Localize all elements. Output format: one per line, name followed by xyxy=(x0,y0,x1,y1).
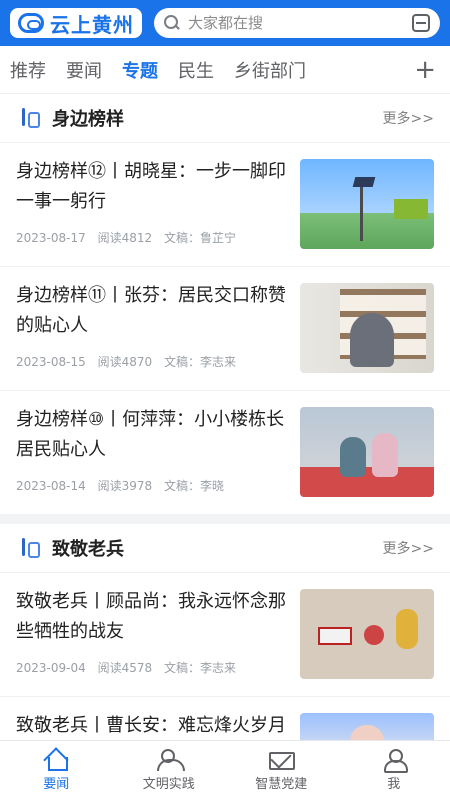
tab-departments[interactable]: 乡街部门 xyxy=(224,57,316,83)
home-icon xyxy=(44,749,69,771)
section-logo-icon xyxy=(16,536,40,560)
article-item[interactable]: 身边榜样⑫丨胡晓星：一步一脚印 一事一躬行 2023-08-17 阅读4812 … xyxy=(0,142,450,266)
article-text: 身边榜样⑪丨张芬：居民交口称赞的贴心人 2023-08-15 阅读4870 文稿… xyxy=(16,267,288,390)
cloud-logo-icon xyxy=(18,13,44,33)
section-header: 身边榜样 更多>> xyxy=(0,94,450,142)
article-author: 文稿：李晓 xyxy=(163,479,224,493)
more-link[interactable]: 更多>> xyxy=(383,538,434,558)
article-meta: 2023-08-14 阅读3978 文稿：李晓 xyxy=(16,477,288,494)
tab-livelihood[interactable]: 民生 xyxy=(168,57,224,83)
article-item[interactable]: 身边榜样⑪丨张芬：居民交口称赞的贴心人 2023-08-15 阅读4870 文稿… xyxy=(0,266,450,390)
tab-topics[interactable]: 专题 xyxy=(112,57,168,83)
street-lamp-shape xyxy=(360,181,363,241)
section-role-models: 身边榜样 更多>> 身边榜样⑫丨胡晓星：一步一脚印 一事一躬行 2023-08-… xyxy=(0,94,450,514)
person-head-shape xyxy=(350,725,384,740)
nav-civilization-practice[interactable]: 文明实践 xyxy=(114,749,224,792)
nav-label: 文明实践 xyxy=(142,777,195,792)
bottom-navigation: 要闻 文明实践 智慧党建 我 xyxy=(0,740,450,800)
nav-news[interactable]: 要闻 xyxy=(1,749,111,792)
person-shape xyxy=(350,313,394,367)
tab-news[interactable]: 要闻 xyxy=(56,57,112,83)
article-item[interactable]: 致敬老兵丨曹长安：难忘烽火岁月 永葆革命本色 xyxy=(0,696,450,740)
article-text: 身边榜样⑫丨胡晓星：一步一脚印 一事一躬行 2023-08-17 阅读4812 … xyxy=(16,143,288,266)
article-date: 2023-09-04 xyxy=(16,661,86,675)
medal-shape xyxy=(364,625,384,645)
people-icon xyxy=(156,749,185,771)
mail-icon xyxy=(269,749,296,770)
article-author: 文稿：李志来 xyxy=(163,355,236,369)
top-header: 云上黄州 xyxy=(0,0,450,46)
section-veterans: 致敬老兵 更多>> 致敬老兵丨顾品尚：我永远怀念那些牺牲的战友 2023-09-… xyxy=(0,524,450,740)
nav-smart-party[interactable]: 智慧党建 xyxy=(226,749,336,792)
scan-icon[interactable] xyxy=(412,14,430,32)
article-meta: 2023-08-15 阅读4870 文稿：李志来 xyxy=(16,353,288,370)
article-meta: 2023-08-17 阅读4812 文稿：鲁芷宁 xyxy=(16,229,288,246)
article-date: 2023-08-15 xyxy=(16,355,86,369)
article-text: 致敬老兵丨曹长安：难忘烽火岁月 永葆革命本色 xyxy=(16,697,288,740)
add-channel-icon[interactable]: + xyxy=(414,55,436,85)
section-title: 致敬老兵 xyxy=(52,539,124,560)
article-title[interactable]: 致敬老兵丨曹长安：难忘烽火岁月 永葆革命本色 xyxy=(16,711,288,740)
article-author: 文稿：李志来 xyxy=(163,661,236,675)
article-title[interactable]: 身边榜样⑫丨胡晓星：一步一脚印 一事一躬行 xyxy=(16,157,288,217)
sign-shape xyxy=(394,199,428,219)
person-shape xyxy=(372,433,398,477)
nav-label: 我 xyxy=(387,777,401,792)
article-reads: 阅读3978 xyxy=(97,479,153,493)
more-link[interactable]: 更多>> xyxy=(383,108,434,128)
article-reads: 阅读4870 xyxy=(97,355,153,369)
nav-me[interactable]: 我 xyxy=(339,749,449,792)
article-thumbnail[interactable] xyxy=(300,407,434,497)
section-header: 致敬老兵 更多>> xyxy=(0,524,450,572)
section-title: 身边榜样 xyxy=(52,109,124,130)
tab-recommend[interactable]: 推荐 xyxy=(0,57,56,83)
article-date: 2023-08-14 xyxy=(16,479,86,493)
nav-label: 要闻 xyxy=(43,777,70,792)
search-input[interactable] xyxy=(188,14,404,32)
channel-tabs: 推荐 要闻 专题 民生 乡街部门 + xyxy=(0,46,450,94)
article-text: 身边榜样⑩丨何萍萍：小小楼栋长 居民贴心人 2023-08-14 阅读3978 … xyxy=(16,391,288,514)
medal-shape xyxy=(396,609,418,649)
app: 云上黄州 推荐 要闻 专题 民生 乡街部门 + 身边榜样 更多>> 身边榜样⑫丨… xyxy=(0,0,450,800)
search-bar[interactable] xyxy=(154,8,440,38)
article-title[interactable]: 致敬老兵丨顾品尚：我永远怀念那些牺牲的战友 xyxy=(16,587,288,647)
logo-text: 云上黄州 xyxy=(50,12,134,37)
user-icon xyxy=(382,749,408,773)
certificate-shape xyxy=(318,627,352,645)
solar-panel-shape xyxy=(352,177,376,187)
article-thumbnail[interactable] xyxy=(300,589,434,679)
main-content: 身边榜样 更多>> 身边榜样⑫丨胡晓星：一步一脚印 一事一躬行 2023-08-… xyxy=(0,94,450,740)
nav-label: 智慧党建 xyxy=(255,777,308,792)
article-item[interactable]: 致敬老兵丨顾品尚：我永远怀念那些牺牲的战友 2023-09-04 阅读4578 … xyxy=(0,572,450,696)
article-date: 2023-08-17 xyxy=(16,231,86,245)
search-icon xyxy=(164,15,180,31)
article-thumbnail[interactable] xyxy=(300,159,434,249)
article-thumbnail[interactable] xyxy=(300,283,434,373)
article-meta: 2023-09-04 阅读4578 文稿：李志来 xyxy=(16,659,288,676)
section-logo-icon xyxy=(16,106,40,130)
article-reads: 阅读4812 xyxy=(97,231,153,245)
article-title[interactable]: 身边榜样⑪丨张芬：居民交口称赞的贴心人 xyxy=(16,281,288,341)
article-text: 致敬老兵丨顾品尚：我永远怀念那些牺牲的战友 2023-09-04 阅读4578 … xyxy=(16,573,288,696)
article-item[interactable]: 身边榜样⑩丨何萍萍：小小楼栋长 居民贴心人 2023-08-14 阅读3978 … xyxy=(0,390,450,514)
app-logo[interactable]: 云上黄州 xyxy=(10,8,142,38)
article-author: 文稿：鲁芷宁 xyxy=(163,231,236,245)
person-shape xyxy=(340,437,366,477)
sofa-shape xyxy=(300,467,434,497)
article-reads: 阅读4578 xyxy=(97,661,153,675)
article-title[interactable]: 身边榜样⑩丨何萍萍：小小楼栋长 居民贴心人 xyxy=(16,405,288,465)
article-thumbnail[interactable] xyxy=(300,713,434,740)
